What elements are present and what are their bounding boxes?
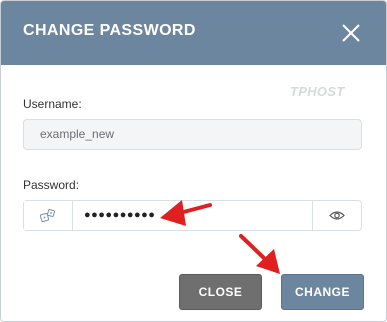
close-icon[interactable] (340, 22, 362, 44)
password-input[interactable]: ●●●●●●●●●● (84, 201, 155, 230)
show-password-button[interactable] (312, 201, 361, 230)
change-password-dialog: CHANGE PASSWORD TPHOST Username: example… (0, 0, 387, 322)
username-field[interactable]: example_new (23, 119, 362, 150)
brand-logo: TPHOST (290, 84, 345, 99)
password-label: Password: (23, 178, 80, 192)
generate-password-button[interactable] (24, 201, 73, 230)
dialog-header: CHANGE PASSWORD (1, 1, 386, 65)
dialog-title: CHANGE PASSWORD (23, 22, 196, 39)
password-field-group: ●●●●●●●●●● (23, 200, 362, 231)
username-label: Username: (23, 97, 82, 111)
change-button[interactable]: CHANGE (281, 274, 364, 310)
close-button[interactable]: CLOSE (179, 274, 262, 310)
